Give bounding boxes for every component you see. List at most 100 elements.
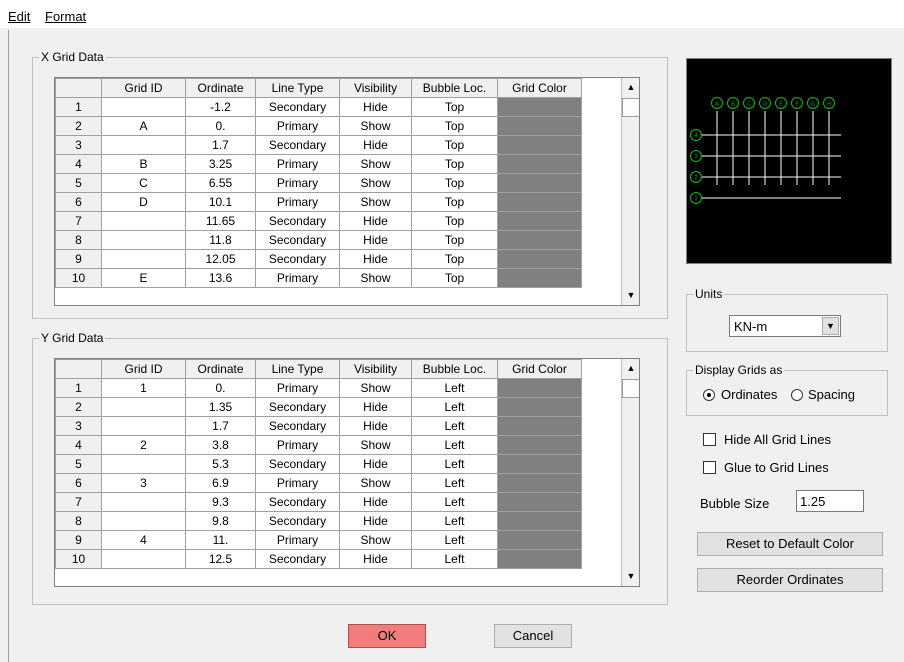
column-header[interactable]: Grid ID <box>101 78 186 98</box>
grid-cell[interactable]: Secondary <box>255 416 340 436</box>
grid-cell[interactable]: Hide <box>339 416 412 436</box>
grid-cell[interactable]: 2 <box>101 435 186 455</box>
grid-cell[interactable]: Hide <box>339 397 412 417</box>
grid-cell[interactable] <box>101 211 186 231</box>
grid-cell[interactable]: 0. <box>185 116 256 136</box>
grid-cell[interactable]: Top <box>411 97 498 117</box>
grid-cell[interactable]: Primary <box>255 154 340 174</box>
scroll-thumb[interactable] <box>622 379 639 398</box>
column-header[interactable]: Ordinate <box>185 78 256 98</box>
grid-color-swatch[interactable] <box>497 397 582 417</box>
grid-cell[interactable]: 3.25 <box>185 154 256 174</box>
grid-cell[interactable]: Top <box>411 211 498 231</box>
grid-cell[interactable]: Hide <box>339 97 412 117</box>
grid-cell[interactable]: Secondary <box>255 454 340 474</box>
bubble-size-input[interactable] <box>796 490 864 512</box>
grid-cell[interactable]: Hide <box>339 549 412 569</box>
menu-format[interactable]: Format <box>45 9 86 24</box>
column-header[interactable]: Bubble Loc. <box>411 359 498 379</box>
grid-cell[interactable]: 3.8 <box>185 435 256 455</box>
column-header[interactable] <box>55 78 102 98</box>
grid-cell[interactable]: Primary <box>255 268 340 288</box>
grid-cell[interactable]: Secondary <box>255 511 340 531</box>
reorder-ordinates-button[interactable]: Reorder Ordinates <box>697 568 883 592</box>
column-header[interactable]: Bubble Loc. <box>411 78 498 98</box>
grid-cell[interactable]: 11.65 <box>185 211 256 231</box>
grid-cell[interactable]: Left <box>411 435 498 455</box>
grid-cell[interactable]: Show <box>339 154 412 174</box>
grid-color-swatch[interactable] <box>497 116 582 136</box>
grid-cell[interactable]: 9.8 <box>185 511 256 531</box>
grid-cell[interactable]: Primary <box>255 378 340 398</box>
grid-cell[interactable]: 5.3 <box>185 454 256 474</box>
grid-cell[interactable]: Primary <box>255 473 340 493</box>
cancel-button[interactable]: Cancel <box>494 624 572 648</box>
grid-cell[interactable]: Show <box>339 473 412 493</box>
grid-cell[interactable]: Left <box>411 530 498 550</box>
grid-cell[interactable]: 11.8 <box>185 230 256 250</box>
grid-cell[interactable]: Top <box>411 192 498 212</box>
grid-cell[interactable]: Primary <box>255 435 340 455</box>
grid-color-swatch[interactable] <box>497 492 582 512</box>
ok-button[interactable]: OK <box>348 624 426 648</box>
grid-cell[interactable]: 6.55 <box>185 173 256 193</box>
grid-color-swatch[interactable] <box>497 154 582 174</box>
spacing-radio[interactable] <box>791 389 803 401</box>
grid-cell[interactable] <box>101 230 186 250</box>
y-grid-scrollbar[interactable]: ▲ ▼ <box>621 359 639 586</box>
grid-color-swatch[interactable] <box>497 192 582 212</box>
grid-color-swatch[interactable] <box>497 230 582 250</box>
grid-cell[interactable]: Hide <box>339 135 412 155</box>
grid-cell[interactable]: Hide <box>339 230 412 250</box>
grid-cell[interactable]: Left <box>411 454 498 474</box>
grid-cell[interactable]: Secondary <box>255 492 340 512</box>
grid-color-swatch[interactable] <box>497 454 582 474</box>
grid-color-swatch[interactable] <box>497 435 582 455</box>
grid-cell[interactable]: 12.5 <box>185 549 256 569</box>
grid-cell[interactable]: Left <box>411 473 498 493</box>
grid-cell[interactable]: 6.9 <box>185 473 256 493</box>
grid-color-swatch[interactable] <box>497 511 582 531</box>
column-header[interactable]: Visibility <box>339 78 412 98</box>
grid-cell[interactable]: Secondary <box>255 230 340 250</box>
grid-cell[interactable]: Primary <box>255 173 340 193</box>
reset-default-color-button[interactable]: Reset to Default Color <box>697 532 883 556</box>
grid-cell[interactable]: Left <box>411 378 498 398</box>
grid-color-swatch[interactable] <box>497 416 582 436</box>
grid-cell[interactable]: Left <box>411 511 498 531</box>
scroll-up-arrow-icon[interactable]: ▲ <box>622 359 639 378</box>
grid-cell[interactable]: Top <box>411 173 498 193</box>
grid-cell[interactable]: Show <box>339 530 412 550</box>
grid-cell[interactable] <box>101 135 186 155</box>
grid-cell[interactable]: Hide <box>339 211 412 231</box>
grid-cell[interactable]: Hide <box>339 249 412 269</box>
grid-color-swatch[interactable] <box>497 249 582 269</box>
grid-cell[interactable] <box>101 416 186 436</box>
grid-cell[interactable]: Primary <box>255 116 340 136</box>
grid-cell[interactable]: 12.05 <box>185 249 256 269</box>
grid-cell[interactable]: Secondary <box>255 211 340 231</box>
grid-color-swatch[interactable] <box>497 530 582 550</box>
grid-cell[interactable]: Primary <box>255 192 340 212</box>
grid-cell[interactable]: Show <box>339 378 412 398</box>
grid-cell[interactable]: Left <box>411 492 498 512</box>
grid-cell[interactable]: Hide <box>339 492 412 512</box>
grid-cell[interactable]: 9.3 <box>185 492 256 512</box>
grid-cell[interactable]: 13.6 <box>185 268 256 288</box>
hide-all-grid-lines-checkbox[interactable] <box>703 433 716 446</box>
grid-cell[interactable]: E <box>101 268 186 288</box>
glue-to-grid-lines-checkbox[interactable] <box>703 461 716 474</box>
grid-cell[interactable]: 1 <box>101 378 186 398</box>
grid-cell[interactable]: Primary <box>255 530 340 550</box>
grid-color-swatch[interactable] <box>497 473 582 493</box>
x-grid-scrollbar[interactable]: ▲ ▼ <box>621 78 639 305</box>
grid-cell[interactable]: 1.35 <box>185 397 256 417</box>
grid-cell[interactable]: Top <box>411 230 498 250</box>
chevron-down-icon[interactable]: ▼ <box>822 317 839 335</box>
grid-cell[interactable] <box>101 97 186 117</box>
grid-cell[interactable]: Top <box>411 116 498 136</box>
grid-cell[interactable]: 3 <box>101 473 186 493</box>
scroll-up-arrow-icon[interactable]: ▲ <box>622 78 639 97</box>
grid-cell[interactable]: 10.1 <box>185 192 256 212</box>
grid-cell[interactable]: Show <box>339 173 412 193</box>
